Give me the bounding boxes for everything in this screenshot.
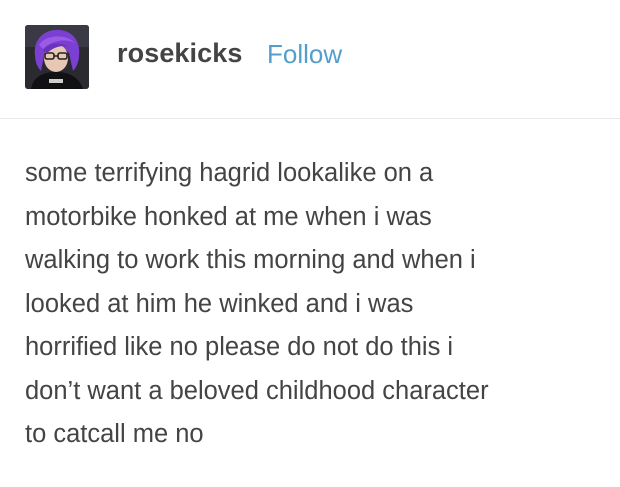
post-header: rosekicks Follow — [0, 0, 620, 118]
post-body: some terrifying hagrid lookalike on a mo… — [25, 152, 605, 457]
user-avatar-icon — [25, 25, 89, 89]
username-link[interactable]: rosekicks — [117, 38, 243, 69]
tumblr-post: rosekicks Follow some terrifying hagrid … — [0, 0, 620, 487]
header-divider — [0, 118, 620, 119]
follow-button[interactable]: Follow — [267, 39, 342, 70]
post-text: some terrifying hagrid lookalike on a mo… — [25, 159, 489, 448]
avatar[interactable] — [25, 25, 89, 89]
